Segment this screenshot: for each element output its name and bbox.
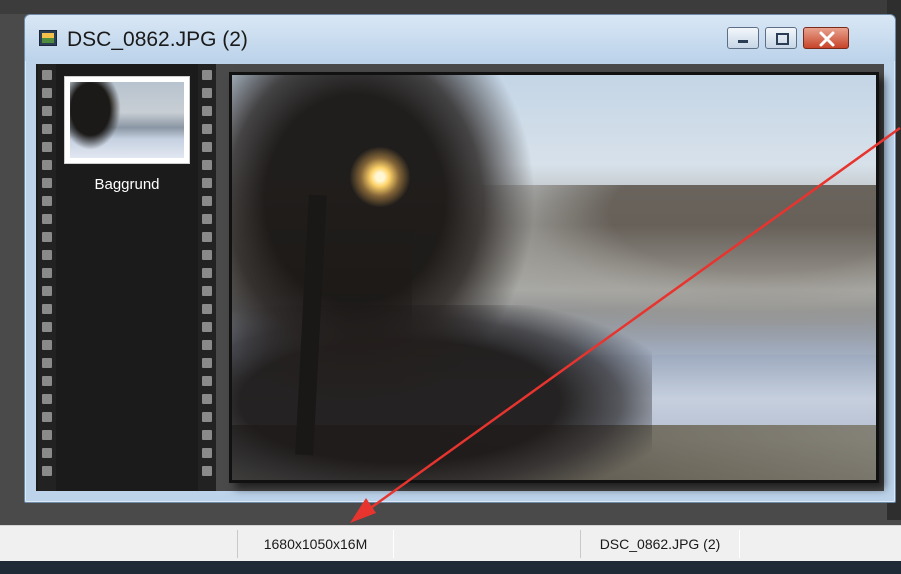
layer-thumbnail-image [70, 82, 184, 158]
window-client-area: Baggrund [36, 64, 884, 491]
minimize-button[interactable] [727, 27, 759, 49]
maximize-icon [776, 33, 789, 45]
filmstrip-sprockets-left [38, 64, 56, 491]
close-icon [819, 31, 835, 47]
layer-thumbnail[interactable] [64, 76, 190, 164]
window-title: DSC_0862.JPG (2) [67, 28, 248, 51]
layer-label[interactable]: Baggrund [64, 176, 190, 193]
image-document-icon [39, 30, 57, 46]
desktop-backdrop [0, 0, 901, 14]
status-bar: 1680x1050x16M DSC_0862.JPG (2) [0, 525, 901, 562]
filmstrip-sprockets-right [198, 64, 216, 491]
layer-filmstrip: Baggrund [36, 64, 216, 491]
maximize-button[interactable] [765, 27, 797, 49]
status-filename: DSC_0862.JPG (2) [580, 530, 740, 558]
photo-canvas[interactable] [232, 75, 876, 480]
title-bar[interactable]: DSC_0862.JPG (2) [25, 15, 895, 61]
minimize-icon [738, 40, 748, 43]
close-button[interactable] [803, 27, 849, 49]
image-dimensions: 1680x1050x16M [237, 530, 394, 558]
taskbar [0, 561, 901, 574]
canvas-frame [229, 72, 879, 483]
image-window: DSC_0862.JPG (2) Baggrund [24, 14, 896, 503]
